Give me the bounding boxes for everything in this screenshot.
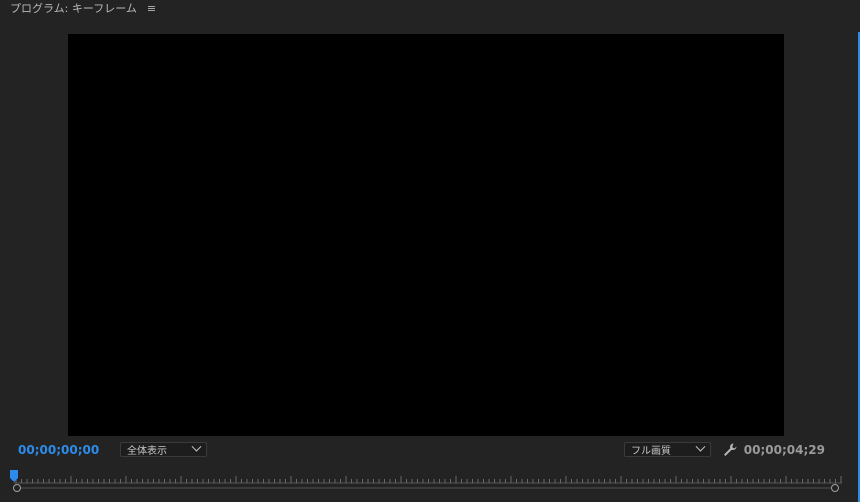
program-monitor-panel: プログラム: キーフレーム ≡ 00;00;00;00 全体表示 フル画質 00… (0, 0, 860, 502)
playback-quality-label: フル画質 (631, 446, 671, 457)
playhead-icon[interactable] (10, 470, 18, 482)
current-timecode[interactable]: 00;00;00;00 (18, 443, 99, 457)
duration-timecode: 00;00;04;29 (743, 443, 825, 457)
time-ruler[interactable] (14, 474, 842, 488)
panel-menu-icon[interactable]: ≡ (147, 2, 156, 15)
chevron-down-icon (191, 441, 202, 452)
chevron-down-icon (695, 441, 706, 452)
wrench-icon[interactable] (722, 442, 738, 458)
zoom-scroll-bar[interactable] (21, 487, 831, 489)
playback-quality-select[interactable]: フル画質 (624, 441, 711, 457)
video-preview-area[interactable] (68, 34, 784, 436)
zoom-level-label: 全体表示 (127, 446, 167, 457)
zoom-range-start-handle[interactable] (13, 484, 21, 492)
zoom-level-select[interactable]: 全体表示 (120, 441, 207, 457)
zoom-range-end-handle[interactable] (831, 484, 839, 492)
panel-header: プログラム: キーフレーム ≡ (0, 0, 156, 16)
panel-title[interactable]: プログラム: キーフレーム (10, 0, 137, 16)
